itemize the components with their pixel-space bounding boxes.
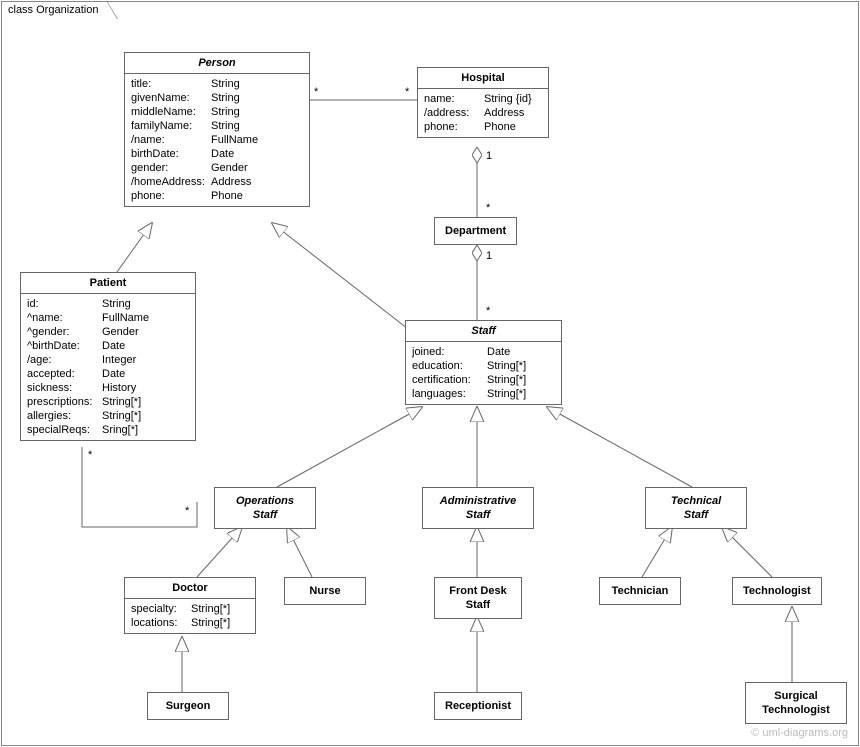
class-surgeon: Surgeon xyxy=(147,692,229,720)
mult-patient-ops-top: * xyxy=(88,449,92,461)
mult-dept-staff-top: 1 xyxy=(486,250,492,262)
class-patient: Patient id:String ^name:FullName ^gender… xyxy=(20,272,196,441)
class-person-title: Person xyxy=(125,53,309,74)
class-technologist: Technologist xyxy=(732,577,822,605)
mult-hosp-dept-top: 1 xyxy=(486,150,492,162)
class-front-desk-staff: Front Desk Staff xyxy=(434,577,522,619)
class-surgical-technologist: Surgical Technologist xyxy=(745,682,847,724)
class-staff: Staff joined:Date education:String[*] ce… xyxy=(405,320,562,405)
class-operations-staff-title: Operations Staff xyxy=(215,488,315,528)
class-department: Department xyxy=(434,217,517,245)
class-operations-staff: Operations Staff xyxy=(214,487,316,529)
class-surgical-technologist-title: Surgical Technologist xyxy=(746,683,846,723)
class-hospital-attrs: name:String {id} /address:Address phone:… xyxy=(418,89,548,137)
class-doctor-title: Doctor xyxy=(125,578,255,599)
class-receptionist-title: Receptionist xyxy=(435,693,521,719)
class-person-attrs: title:String givenName:String middleName… xyxy=(125,74,309,206)
class-administrative-staff-title: Administrative Staff xyxy=(423,488,533,528)
class-technician: Technician xyxy=(599,577,681,605)
mult-hosp-dept-bottom: * xyxy=(486,202,490,214)
class-front-desk-staff-title: Front Desk Staff xyxy=(435,578,521,618)
class-doctor-attrs: specialty:String[*] locations:String[*] xyxy=(125,599,255,633)
class-nurse: Nurse xyxy=(284,577,366,605)
diagram-frame: class Organization xyxy=(1,1,859,746)
class-person: Person title:String givenName:String mid… xyxy=(124,52,310,207)
class-receptionist: Receptionist xyxy=(434,692,522,720)
class-technical-staff: Technical Staff xyxy=(645,487,747,529)
mult-dept-staff-bottom: * xyxy=(486,305,490,317)
mult-patient-ops-bottom: * xyxy=(185,505,189,517)
class-administrative-staff: Administrative Staff xyxy=(422,487,534,529)
class-technical-staff-title: Technical Staff xyxy=(646,488,746,528)
frame-title: class Organization xyxy=(8,4,99,16)
class-hospital: Hospital name:String {id} /address:Addre… xyxy=(417,67,549,138)
class-technologist-title: Technologist xyxy=(733,578,821,604)
class-department-title: Department xyxy=(435,218,516,244)
class-doctor: Doctor specialty:String[*] locations:Str… xyxy=(124,577,256,634)
class-staff-title: Staff xyxy=(406,321,561,342)
watermark: © uml-diagrams.org xyxy=(751,727,848,739)
class-patient-attrs: id:String ^name:FullName ^gender:Gender … xyxy=(21,294,195,440)
frame-title-tab: class Organization xyxy=(1,1,108,18)
class-technician-title: Technician xyxy=(600,578,680,604)
class-nurse-title: Nurse xyxy=(285,578,365,604)
class-staff-attrs: joined:Date education:String[*] certific… xyxy=(406,342,561,404)
mult-person-hospital-left: * xyxy=(314,86,318,98)
mult-person-hospital-right: * xyxy=(405,86,409,98)
class-patient-title: Patient xyxy=(21,273,195,294)
class-hospital-title: Hospital xyxy=(418,68,548,89)
class-surgeon-title: Surgeon xyxy=(148,693,228,719)
